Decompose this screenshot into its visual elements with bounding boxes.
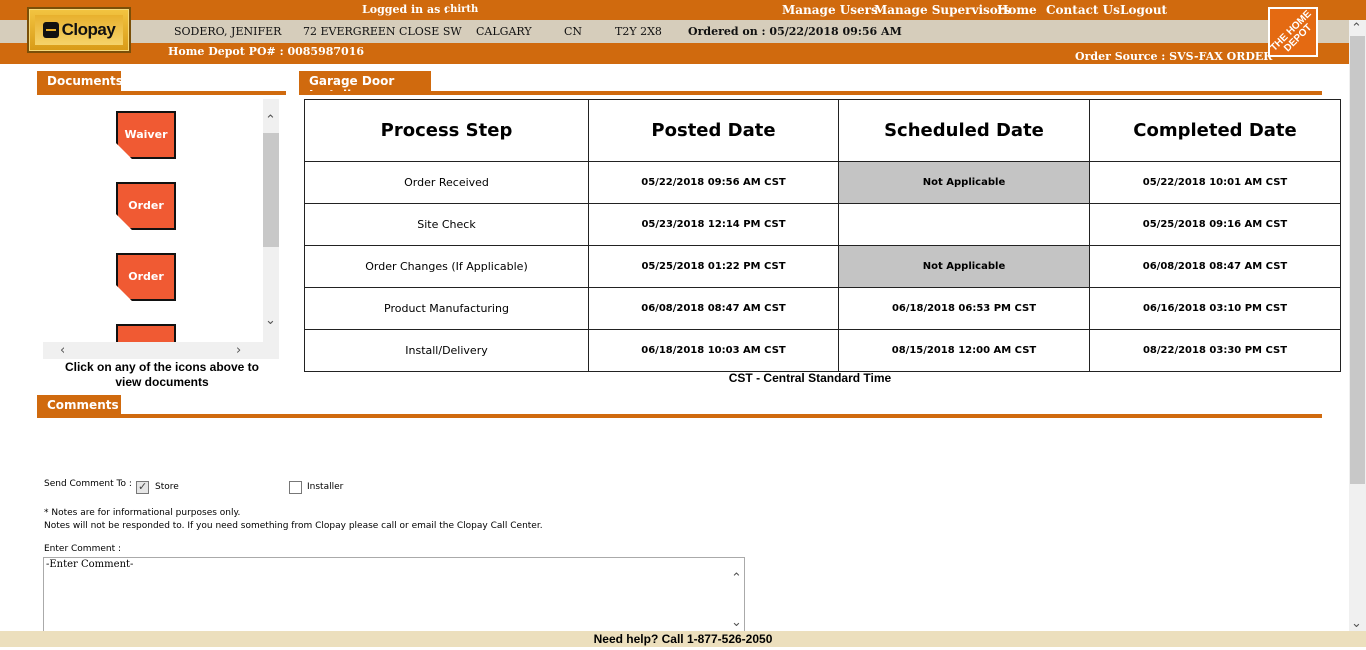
- col-posted-date: Posted Date: [588, 99, 839, 162]
- home-depot-logo: THE HOME DEPOT: [1268, 7, 1318, 57]
- customer-name: SODERO, JENIFER: [174, 25, 282, 38]
- documents-hint: Click on any of the icons above to view …: [64, 360, 260, 389]
- doc-icon-waiver[interactable]: Waiver: [116, 111, 176, 159]
- cell-step: Order Changes (If Applicable): [304, 245, 589, 288]
- customer-postal: T2Y 2X8: [615, 25, 662, 38]
- notes-line-1: * Notes are for informational purposes o…: [44, 508, 241, 518]
- cell-step: Install/Delivery: [304, 329, 589, 372]
- home-depot-logo-text: THE HOME DEPOT: [1268, 8, 1315, 55]
- textarea-scroll-down-icon[interactable]: ⌄: [731, 616, 742, 629]
- process-table: Process Step Posted Date Scheduled Date …: [304, 99, 1341, 372]
- documents-tab: Documents: [37, 71, 123, 92]
- page-vscroll-thumb[interactable]: [1350, 36, 1365, 484]
- order-source: Order Source : SVS-FAX ORDER: [1075, 50, 1273, 63]
- logged-in-label: Logged in as :: [362, 3, 449, 16]
- comment-textarea[interactable]: -Enter Comment-: [43, 557, 745, 635]
- col-scheduled-date: Scheduled Date: [838, 99, 1090, 162]
- customer-address: 72 EVERGREEN CLOSE SW: [303, 25, 462, 38]
- cell-completed: 06/16/2018 03:10 PM CST: [1089, 287, 1341, 330]
- scroll-up-icon[interactable]: ⌃: [265, 114, 276, 127]
- cell-scheduled: 06/18/2018 06:53 PM CST: [838, 287, 1090, 330]
- logged-in-user: chirth: [444, 4, 479, 15]
- table-row: Site Check 05/23/2018 12:14 PM CST 05/25…: [304, 203, 1341, 246]
- install-rule: [299, 91, 1322, 95]
- page-scroll-up-icon[interactable]: ⌃: [1351, 22, 1362, 35]
- clopay-logo-text: Clopay: [61, 20, 116, 39]
- cell-scheduled: 08/15/2018 12:00 AM CST: [838, 329, 1090, 372]
- comments-rule: [37, 414, 1322, 418]
- cell-step: Site Check: [304, 203, 589, 246]
- cell-posted: 06/08/2018 08:47 AM CST: [588, 287, 839, 330]
- nav-contact-us[interactable]: Contact Us: [1046, 3, 1120, 17]
- nav-home[interactable]: Home: [997, 3, 1037, 17]
- send-comment-label: Send Comment To :: [44, 479, 132, 489]
- store-checkbox-label: Store: [155, 482, 179, 492]
- help-text: Need help? Call 1-877-526-2050: [593, 632, 773, 646]
- textarea-scroll-up-icon[interactable]: ⌃: [731, 572, 742, 585]
- clopay-logo[interactable]: Clopay: [27, 7, 131, 53]
- cell-posted: 06/18/2018 10:03 AM CST: [588, 329, 839, 372]
- cell-posted: 05/23/2018 12:14 PM CST: [588, 203, 839, 246]
- scroll-down-icon[interactable]: ⌄: [265, 314, 276, 327]
- installer-checkbox[interactable]: [289, 481, 302, 494]
- cell-step: Order Received: [304, 161, 589, 204]
- documents-vscroll-thumb[interactable]: [263, 133, 279, 247]
- nav-manage-supervisors[interactable]: Manage Supervisors: [874, 3, 1011, 17]
- cell-scheduled: [838, 203, 1090, 246]
- cell-completed: 05/22/2018 10:01 AM CST: [1089, 161, 1341, 204]
- enter-comment-label: Enter Comment :: [44, 544, 122, 554]
- nav-manage-users[interactable]: Manage Users: [782, 3, 878, 17]
- customer-city: CALGARY: [476, 25, 532, 38]
- cell-posted: 05/22/2018 09:56 AM CST: [588, 161, 839, 204]
- table-row: Install/Delivery 06/18/2018 10:03 AM CST…: [304, 329, 1341, 372]
- cell-completed: 08/22/2018 03:30 PM CST: [1089, 329, 1341, 372]
- scroll-left-icon[interactable]: ‹: [60, 344, 65, 357]
- home-depot-po: Home Depot PO# : 0085987016: [168, 45, 365, 58]
- col-completed-date: Completed Date: [1089, 99, 1341, 162]
- doc-icon-order-1[interactable]: Order: [116, 182, 176, 230]
- doc-icon-order-2[interactable]: Order: [116, 253, 176, 301]
- col-process-step: Process Step: [304, 99, 589, 162]
- documents-rule: [37, 91, 286, 95]
- table-row: Product Manufacturing 06/08/2018 08:47 A…: [304, 287, 1341, 330]
- clopay-logo-plate: Clopay: [35, 15, 123, 45]
- store-checkbox[interactable]: [136, 480, 149, 494]
- clopay-mark-icon: [42, 22, 59, 38]
- table-row: Order Received 05/22/2018 09:56 AM CST N…: [304, 161, 1341, 204]
- cell-scheduled: Not Applicable: [838, 161, 1090, 204]
- nav-logout[interactable]: Logout: [1120, 3, 1167, 17]
- table-row: Order Changes (If Applicable) 05/25/2018…: [304, 245, 1341, 288]
- notes-line-2: Notes will not be responded to. If you n…: [44, 521, 543, 531]
- cell-posted: 05/25/2018 01:22 PM CST: [588, 245, 839, 288]
- comments-tab: Comments: [37, 395, 121, 416]
- table-header-row: Process Step Posted Date Scheduled Date …: [304, 99, 1341, 162]
- documents-list[interactable]: Waiver Order Order: [43, 99, 279, 359]
- documents-hscrollbar[interactable]: [43, 342, 279, 359]
- cell-scheduled: Not Applicable: [838, 245, 1090, 288]
- cell-step: Product Manufacturing: [304, 287, 589, 330]
- installer-checkbox-label: Installer: [307, 482, 344, 492]
- page-scroll-down-icon[interactable]: ⌄: [1351, 617, 1362, 630]
- ordered-on: Ordered on : 05/22/2018 09:56 AM: [688, 25, 902, 38]
- install-tab: Garage Door Install: [299, 71, 431, 102]
- timezone-note: CST - Central Standard Time: [728, 371, 892, 385]
- scroll-right-icon[interactable]: ›: [236, 344, 241, 357]
- cell-completed: 05/25/2018 09:16 AM CST: [1089, 203, 1341, 246]
- customer-country: CN: [564, 25, 583, 38]
- cell-completed: 06/08/2018 08:47 AM CST: [1089, 245, 1341, 288]
